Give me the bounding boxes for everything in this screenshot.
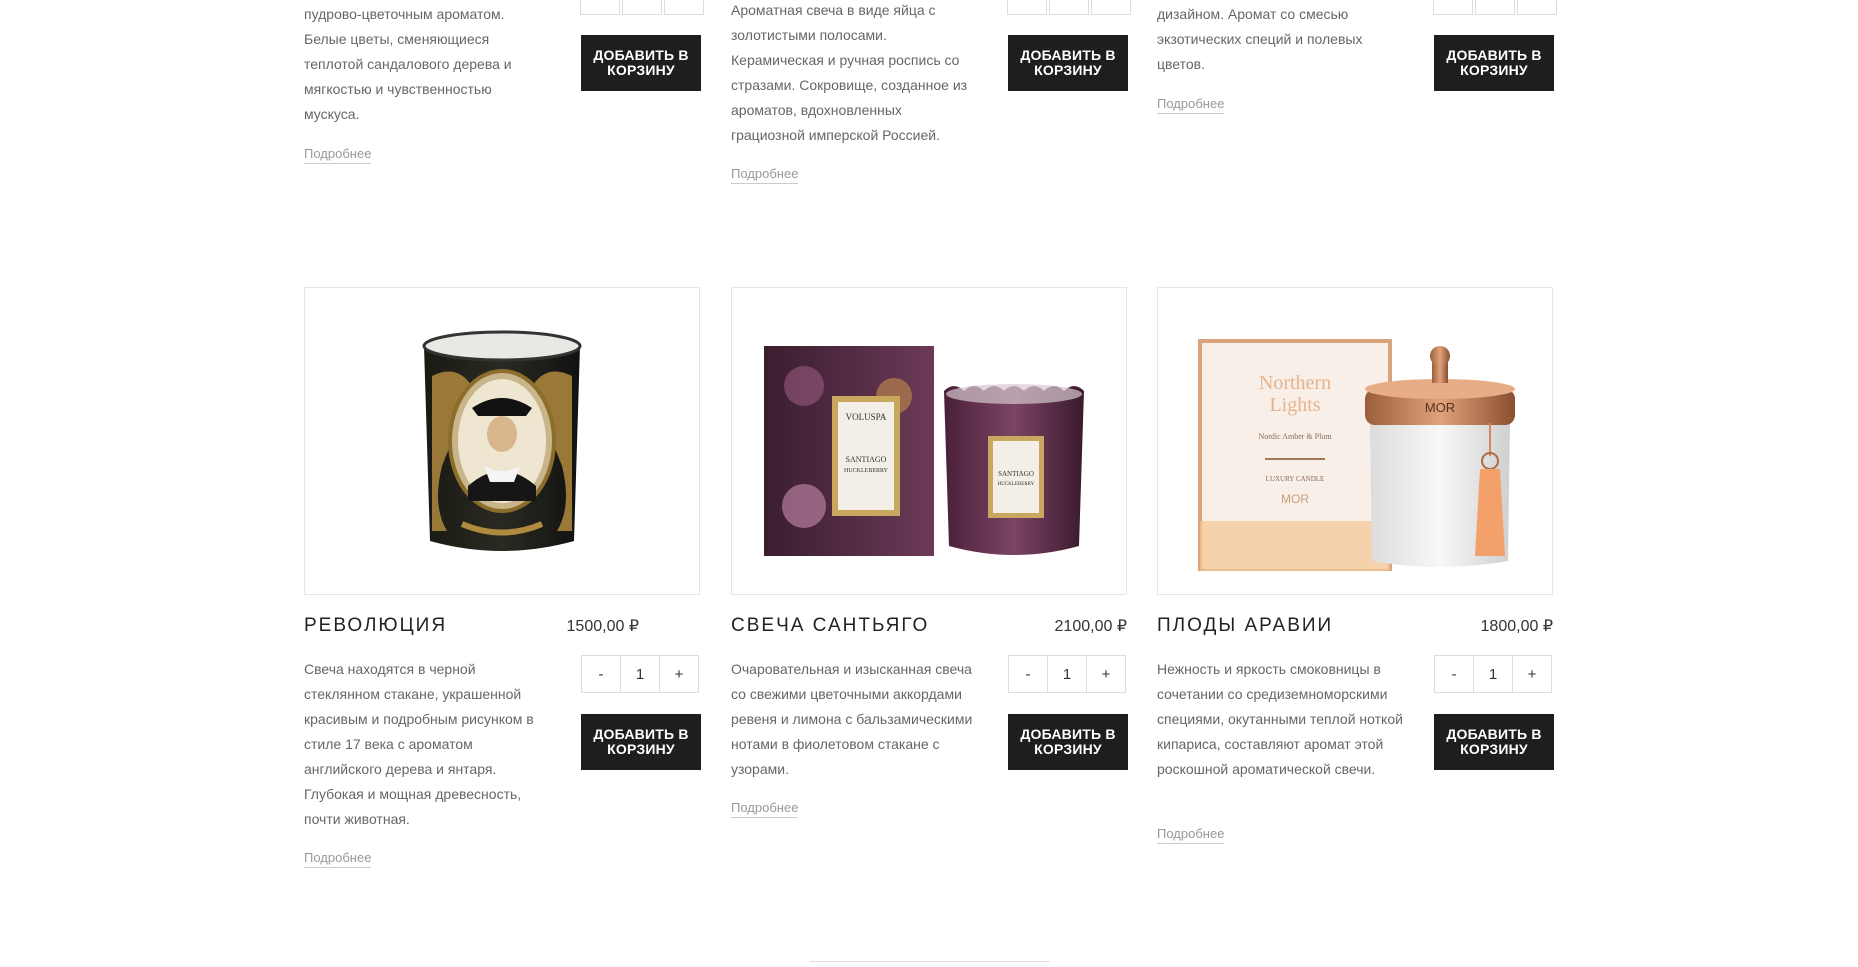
- add-to-cart-button[interactable]: Добавить в корзину: [1008, 714, 1128, 770]
- add-to-cart-button[interactable]: Добавить в корзину: [1008, 35, 1128, 91]
- brand-text: MOR: [1281, 492, 1309, 506]
- label-text: HUCKLEBERRY: [998, 482, 1035, 487]
- add-to-cart-button[interactable]: Добавить в корзину: [1434, 35, 1554, 91]
- label-text: SANTIAGO: [846, 455, 887, 464]
- more-link[interactable]: Подробнее: [731, 800, 799, 818]
- product-image[interactable]: [304, 287, 700, 595]
- qty-input[interactable]: [1473, 655, 1513, 693]
- quantity-stepper[interactable]: [1007, 0, 1133, 15]
- more-link[interactable]: Подробнее: [304, 850, 372, 868]
- qty-increase-button[interactable]: +: [1086, 655, 1126, 693]
- product-price: 2100,00 ₽: [1054, 618, 1127, 635]
- product-price: 1500,00 ₽: [566, 618, 639, 635]
- brand-text: VOLUSPA: [846, 412, 887, 422]
- product-description: Очаровательная и изысканная свеча со све…: [731, 661, 973, 777]
- box-type-text: LUXURY CANDLE: [1266, 475, 1325, 483]
- product-description: дизайном. Аромат со смесью экзотических …: [1157, 6, 1363, 72]
- qty-decrease-button[interactable]: -: [1008, 655, 1048, 693]
- product-description: пудрово-цветочным ароматом. Белые цветы,…: [304, 6, 512, 122]
- box-sub-text: Nordic Amber & Plum: [1258, 432, 1332, 441]
- product-image[interactable]: Northern Lights Nordic Amber & Plum LUXU…: [1157, 287, 1553, 595]
- bottom-divider: [810, 961, 1050, 962]
- more-link[interactable]: Подробнее: [1157, 826, 1225, 844]
- purple-candle-with-box-icon: VOLUSPA SANTIAGO HUCKLEBERRY SANTIAGO HU…: [764, 346, 1084, 556]
- qty-decrease-button[interactable]: -: [581, 655, 621, 693]
- qty-decrease-button[interactable]: -: [1434, 655, 1474, 693]
- label-text: HUCKLEBERRY: [844, 468, 889, 474]
- add-to-cart-button[interactable]: Добавить в корзину: [581, 35, 701, 91]
- more-link[interactable]: Подробнее: [1157, 96, 1225, 114]
- product-description: Ароматная свеча в виде яйца с золотистым…: [731, 2, 968, 143]
- product-description: Нежность и яркость смоковницы в сочетани…: [1157, 661, 1403, 777]
- qty-input[interactable]: [1047, 655, 1087, 693]
- product-price: 1800,00 ₽: [1480, 618, 1553, 635]
- quantity-stepper: - +: [581, 655, 699, 693]
- qty-input[interactable]: [620, 655, 660, 693]
- qty-increase-button[interactable]: +: [1512, 655, 1552, 693]
- quantity-stepper[interactable]: [1433, 0, 1559, 15]
- product-description: Свеча находятся в черной стеклянном стак…: [304, 661, 534, 827]
- product-title[interactable]: Революция: [304, 615, 447, 637]
- box-title-text: Northern: [1259, 372, 1331, 394]
- qty-increase-button[interactable]: +: [659, 655, 699, 693]
- quantity-stepper: - +: [1008, 655, 1126, 693]
- more-link[interactable]: Подробнее: [304, 146, 372, 164]
- box-title-text: Lights: [1269, 394, 1320, 416]
- black-decorated-candle-jar-icon: [422, 330, 582, 551]
- quantity-stepper[interactable]: [580, 0, 706, 15]
- product-title[interactable]: Свеча Сантьяго: [731, 615, 929, 637]
- more-link[interactable]: Подробнее: [731, 166, 799, 184]
- brand-text: MOR: [1425, 400, 1455, 415]
- add-to-cart-button[interactable]: Добавить в корзину: [581, 714, 701, 770]
- quantity-stepper: - +: [1434, 655, 1552, 693]
- label-text: SANTIAGO: [998, 470, 1034, 478]
- product-image[interactable]: VOLUSPA SANTIAGO HUCKLEBERRY SANTIAGO HU…: [731, 287, 1127, 595]
- product-title[interactable]: Плоды Аравии: [1157, 615, 1333, 637]
- white-candle-with-copper-lid-icon: Northern Lights Nordic Amber & Plum LUXU…: [1198, 339, 1515, 571]
- add-to-cart-button[interactable]: Добавить в корзину: [1434, 714, 1554, 770]
